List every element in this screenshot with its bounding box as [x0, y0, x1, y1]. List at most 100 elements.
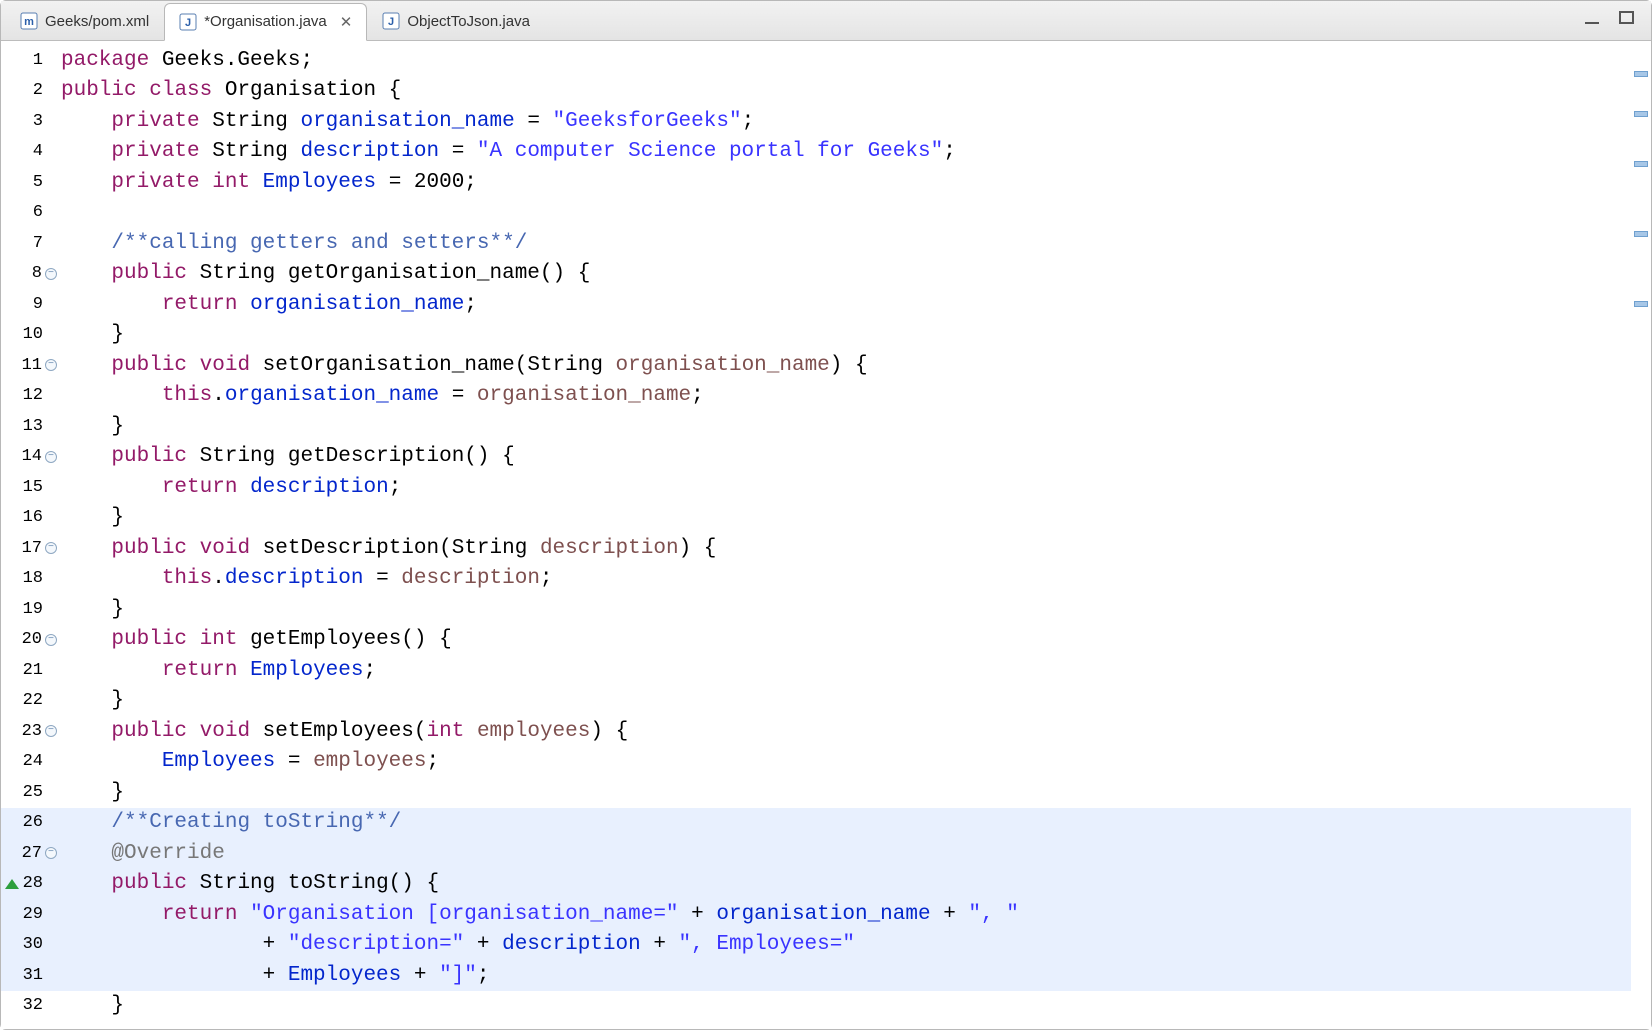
gutter-line[interactable]: 24	[1, 747, 61, 778]
line-number: 29	[15, 905, 43, 924]
tab-pom-xml[interactable]: m Geeks/pom.xml	[5, 2, 164, 40]
line-number: 10	[15, 325, 43, 344]
gutter-line[interactable]: 14−	[1, 442, 61, 473]
gutter-line[interactable]: 13	[1, 411, 61, 442]
tab-objecttojson-java[interactable]: J ObjectToJson.java	[367, 2, 545, 40]
code-line: + "description=" + description + ", Empl…	[61, 930, 1631, 961]
maximize-button[interactable]	[1619, 11, 1635, 30]
gutter-line[interactable]: 20−	[1, 625, 61, 656]
line-number: 9	[15, 295, 43, 314]
overview-marker[interactable]	[1634, 71, 1648, 77]
overview-marker[interactable]	[1634, 111, 1648, 117]
gutter-line[interactable]: 11−	[1, 350, 61, 381]
gutter-line[interactable]: 3	[1, 106, 61, 137]
gutter-line[interactable]: 6	[1, 198, 61, 229]
code-line: return Employees;	[61, 655, 1631, 686]
gutter-line[interactable]: 5	[1, 167, 61, 198]
line-number: 32	[15, 996, 43, 1015]
line-number: 18	[15, 569, 43, 588]
code-line: package Geeks.Geeks;	[61, 45, 1631, 76]
line-number: 22	[15, 691, 43, 710]
gutter-line[interactable]: 23−	[1, 716, 61, 747]
fold-toggle-icon[interactable]: −	[45, 847, 57, 859]
fold-toggle-icon[interactable]: −	[45, 542, 57, 554]
code-line: return organisation_name;	[61, 289, 1631, 320]
tab-bar: m Geeks/pom.xml J *Organisation.java ✕ J…	[1, 1, 1651, 41]
gutter-line[interactable]: 30	[1, 930, 61, 961]
line-number: 11	[14, 356, 42, 375]
fold-toggle-icon[interactable]: −	[45, 725, 57, 737]
gutter-line[interactable]: 32	[1, 991, 61, 1022]
code-line: /**Creating toString**/	[61, 808, 1631, 839]
gutter-line[interactable]: 10	[1, 320, 61, 351]
gutter-line[interactable]: 15	[1, 472, 61, 503]
fold-toggle-icon[interactable]: −	[45, 359, 57, 371]
code-line: }	[61, 777, 1631, 808]
overview-marker[interactable]	[1634, 231, 1648, 237]
line-number: 23	[14, 722, 42, 741]
tab-label: ObjectToJson.java	[407, 13, 530, 30]
code-line: }	[61, 503, 1631, 534]
line-number: 15	[15, 478, 43, 497]
fold-toggle-icon[interactable]: −	[45, 634, 57, 646]
line-number: 1	[15, 51, 43, 70]
minimize-button[interactable]	[1585, 12, 1601, 30]
code-line: public int getEmployees() {	[61, 625, 1631, 656]
code-area[interactable]: package Geeks.Geeks; public class Organi…	[61, 41, 1631, 1029]
line-number: 20	[14, 630, 42, 649]
code-line: public String getDescription() {	[61, 442, 1631, 473]
overview-ruler[interactable]	[1631, 41, 1651, 1029]
java-icon: J	[179, 13, 197, 31]
tab-organisation-java[interactable]: J *Organisation.java ✕	[164, 3, 367, 41]
line-number: 3	[15, 112, 43, 131]
line-number: 14	[14, 447, 42, 466]
line-number: 7	[15, 234, 43, 253]
overview-marker[interactable]	[1634, 301, 1648, 307]
gutter-line[interactable]: 31	[1, 960, 61, 991]
code-line: public void setEmployees(int employees) …	[61, 716, 1631, 747]
gutter-line[interactable]: 1	[1, 45, 61, 76]
code-line: @Override	[61, 838, 1631, 869]
override-marker-icon[interactable]	[5, 879, 19, 889]
code-line: }	[61, 320, 1631, 351]
gutter-line[interactable]: 25	[1, 777, 61, 808]
gutter-line[interactable]: 22	[1, 686, 61, 717]
svg-text:J: J	[388, 16, 394, 28]
line-number: 31	[15, 966, 43, 985]
gutter-line[interactable]: 19	[1, 594, 61, 625]
line-number: 2	[15, 81, 43, 100]
line-number: 8	[14, 264, 42, 283]
code-line: }	[61, 686, 1631, 717]
line-gutter[interactable]: 12345678−91011−121314−151617−181920−2122…	[1, 41, 61, 1029]
code-line: private int Employees = 2000;	[61, 167, 1631, 198]
gutter-line[interactable]: 29	[1, 899, 61, 930]
gutter-line[interactable]: 12	[1, 381, 61, 412]
code-line: public String getOrganisation_name() {	[61, 259, 1631, 290]
gutter-line[interactable]: 2	[1, 76, 61, 107]
fold-toggle-icon[interactable]: −	[45, 268, 57, 280]
close-icon[interactable]: ✕	[340, 13, 353, 31]
line-number: 17	[14, 539, 42, 558]
gutter-line[interactable]: 17−	[1, 533, 61, 564]
line-number: 30	[15, 935, 43, 954]
code-line: private String description = "A computer…	[61, 137, 1631, 168]
gutter-line[interactable]: 16	[1, 503, 61, 534]
gutter-line[interactable]: 28	[1, 869, 61, 900]
gutter-line[interactable]: 26	[1, 808, 61, 839]
code-line: this.description = description;	[61, 564, 1631, 595]
code-line: public void setOrganisation_name(String …	[61, 350, 1631, 381]
fold-toggle-icon[interactable]: −	[45, 451, 57, 463]
gutter-line[interactable]: 7	[1, 228, 61, 259]
gutter-line[interactable]: 9	[1, 289, 61, 320]
gutter-line[interactable]: 18	[1, 564, 61, 595]
gutter-line[interactable]: 4	[1, 137, 61, 168]
line-number: 5	[15, 173, 43, 192]
gutter-line[interactable]: 27−	[1, 838, 61, 869]
gutter-line[interactable]: 21	[1, 655, 61, 686]
overview-marker[interactable]	[1634, 161, 1648, 167]
code-line: + Employees + "]";	[61, 960, 1631, 991]
window-buttons	[1585, 11, 1647, 30]
gutter-line[interactable]: 8−	[1, 259, 61, 290]
code-line: }	[61, 991, 1631, 1022]
line-number: 24	[15, 752, 43, 771]
